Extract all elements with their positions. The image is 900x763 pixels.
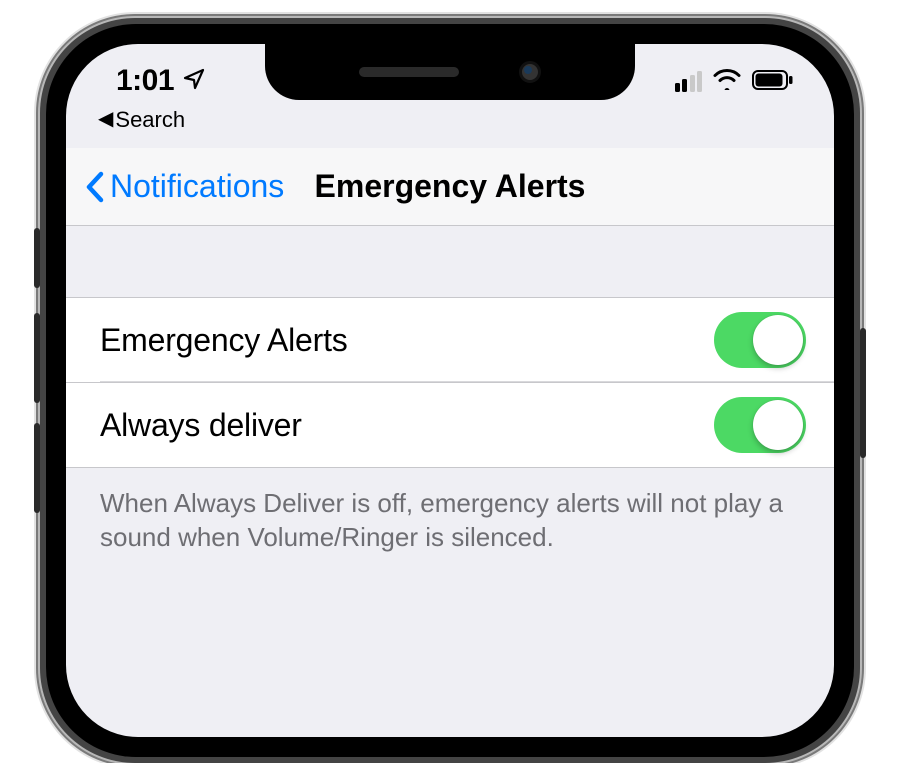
toggle-knob: [753, 315, 803, 365]
row-label: Always deliver: [100, 407, 302, 444]
status-time: 1:01: [116, 64, 174, 98]
back-to-app-button[interactable]: ◀ Search: [98, 107, 185, 133]
back-triangle-icon: ◀: [98, 109, 113, 129]
toggle-always-deliver[interactable]: [714, 397, 806, 453]
side-button: [860, 328, 866, 458]
section-footer-text: When Always Deliver is off, emergency al…: [66, 468, 834, 555]
status-bar: 1:01: [66, 44, 834, 110]
volume-up-button: [34, 313, 40, 403]
nav-back-button[interactable]: Notifications: [84, 168, 284, 205]
toggle-knob: [753, 400, 803, 450]
volume-down-button: [34, 423, 40, 513]
phone-bezel: 1:01: [46, 24, 854, 757]
cellular-signal-icon: [675, 70, 703, 92]
mute-switch: [34, 228, 40, 288]
row-always-deliver[interactable]: Always deliver: [66, 383, 834, 468]
back-to-app-label: Search: [115, 107, 185, 133]
settings-content: Emergency Alerts Always deliver When Alw…: [66, 226, 834, 737]
navigation-bar: Notifications Emergency Alerts: [66, 148, 834, 226]
wifi-icon: [712, 64, 742, 98]
phone-frame: 1:01: [40, 18, 860, 763]
location-icon: [182, 67, 206, 91]
toggle-emergency-alerts[interactable]: [714, 312, 806, 368]
row-emergency-alerts[interactable]: Emergency Alerts: [66, 298, 834, 383]
chevron-left-icon: [84, 170, 106, 204]
section-spacer: [66, 226, 834, 298]
page-title: Emergency Alerts: [315, 168, 586, 205]
screen: 1:01: [66, 44, 834, 737]
battery-icon: [752, 64, 794, 98]
row-label: Emergency Alerts: [100, 322, 348, 359]
nav-back-label: Notifications: [110, 168, 284, 205]
